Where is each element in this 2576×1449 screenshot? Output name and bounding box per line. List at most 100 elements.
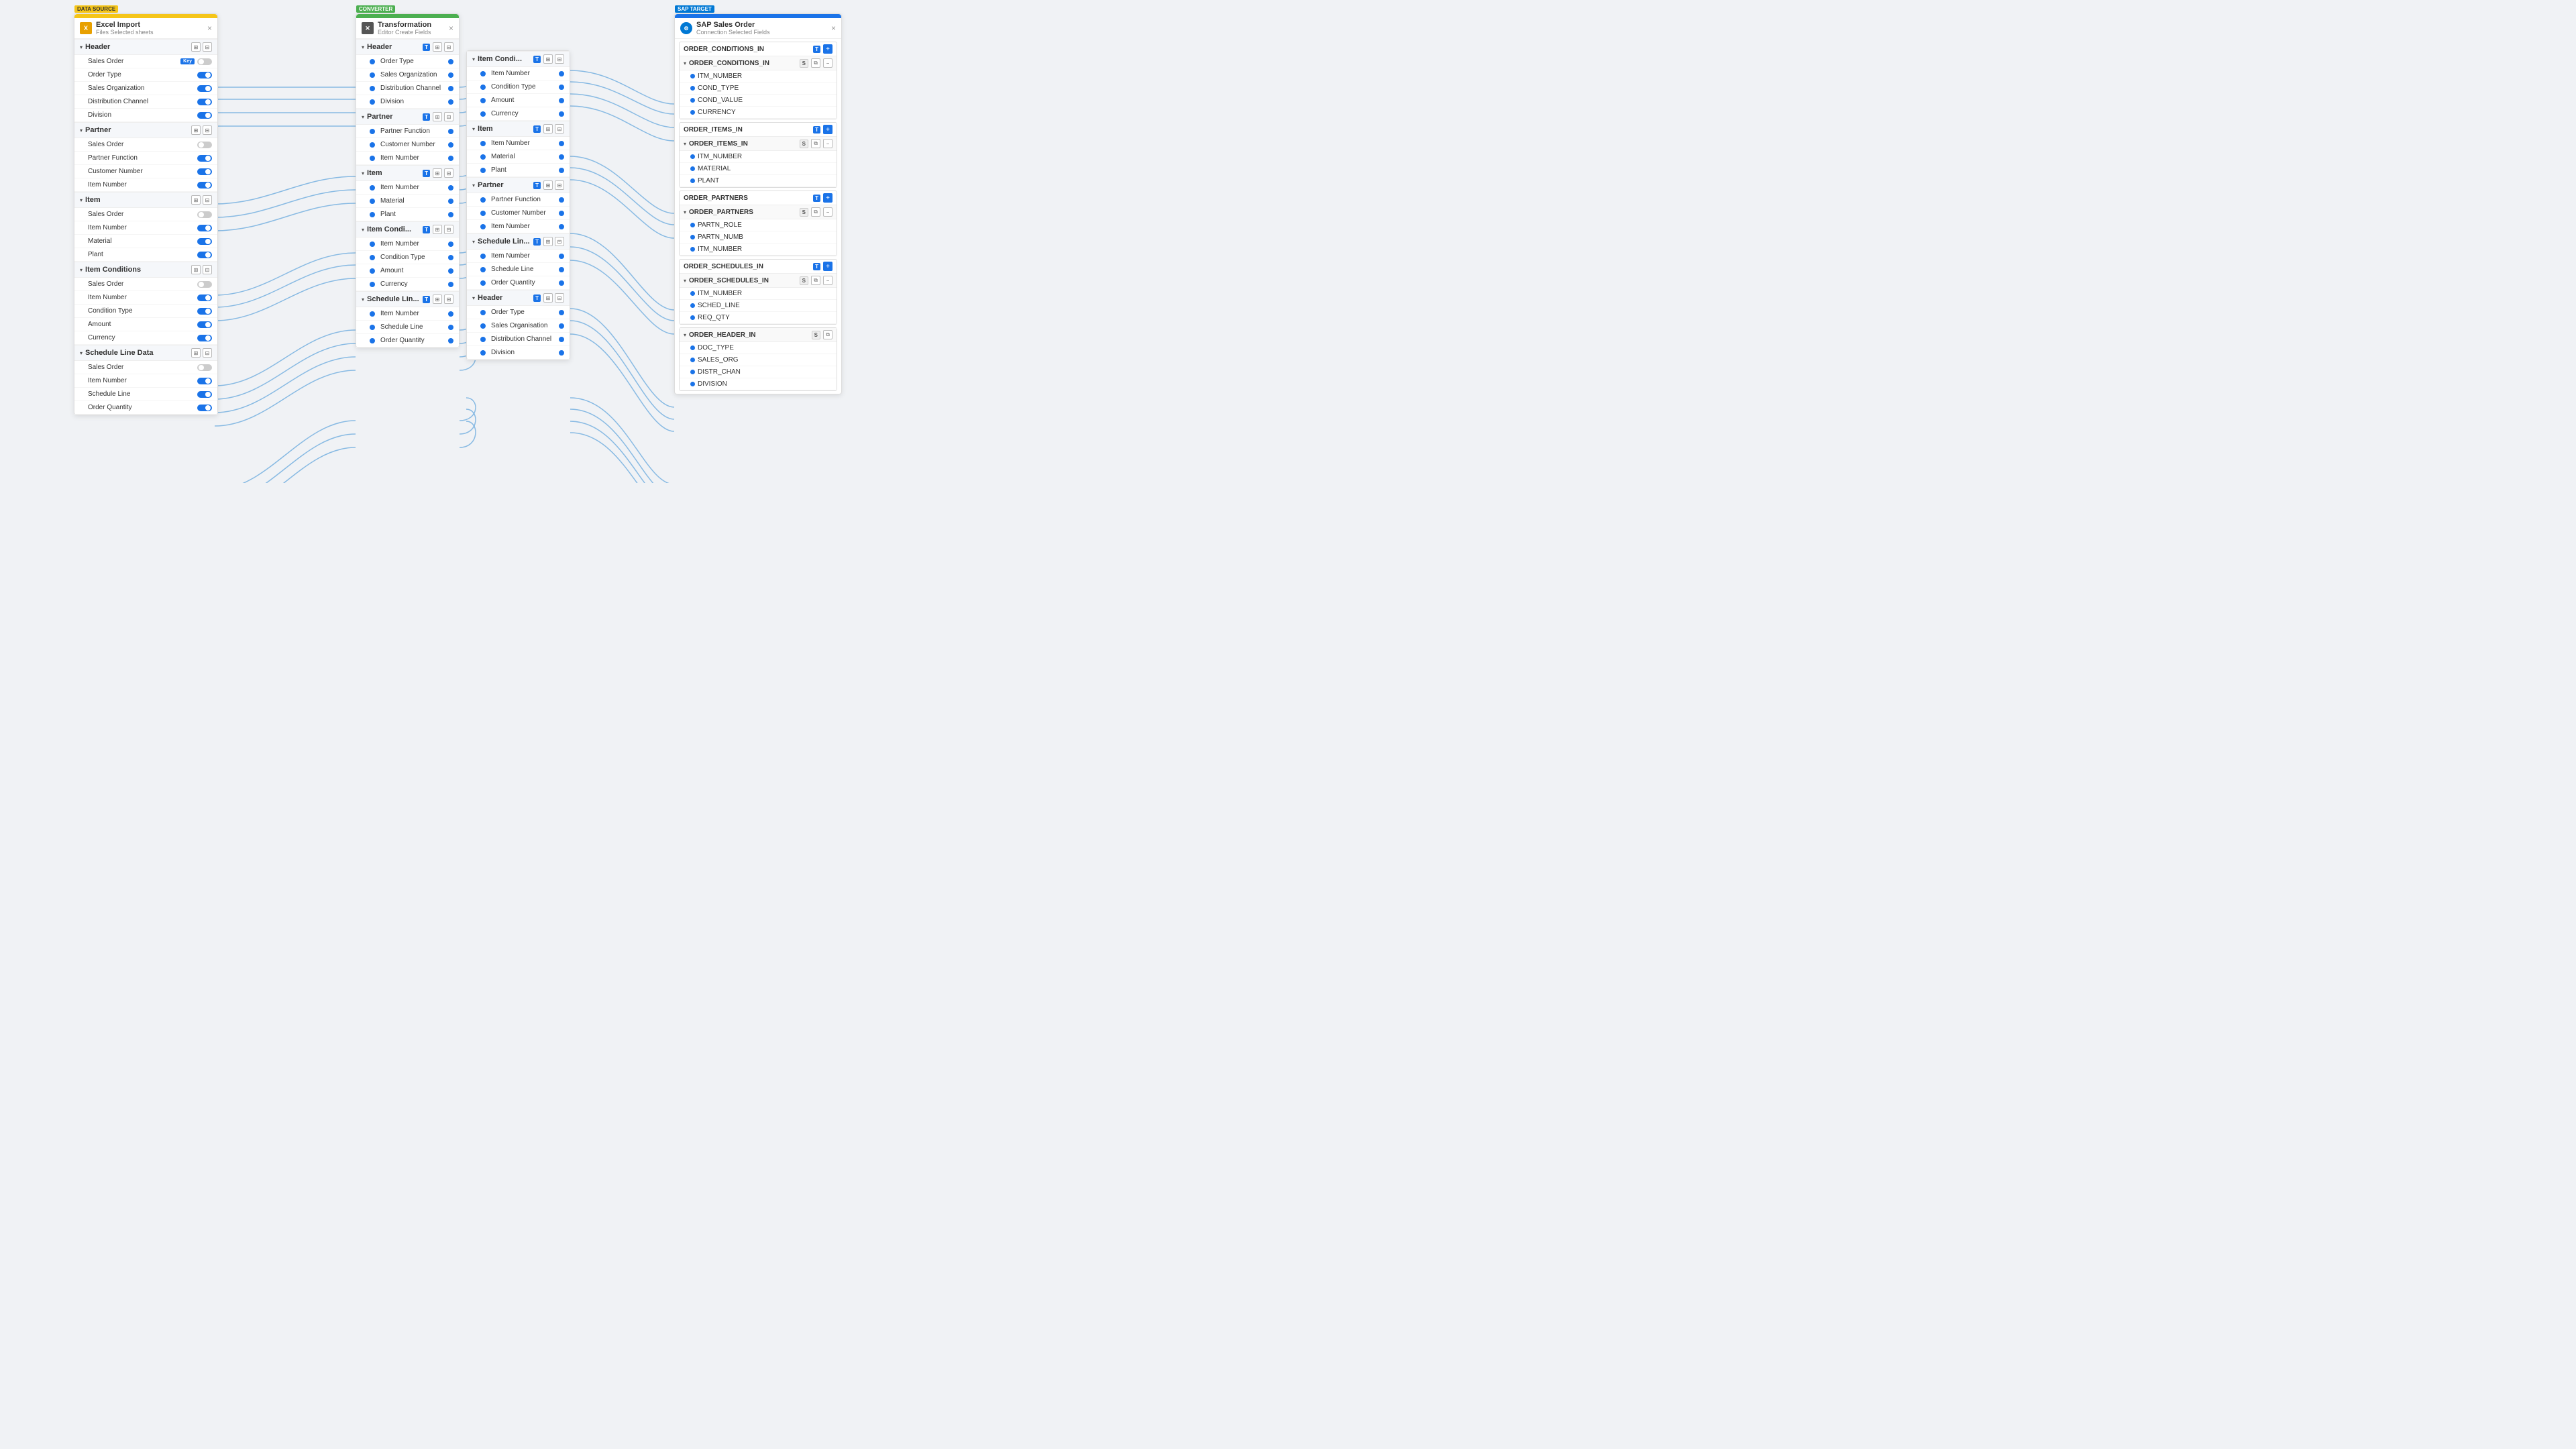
middle-panel: ▾ Item Condi... T ⊞ ⊟ Item Number Condit… bbox=[466, 50, 570, 360]
ds-field-item-num-ic: Item Number bbox=[74, 291, 217, 305]
key-badge: Key bbox=[180, 58, 195, 64]
ds-field-currency: Currency bbox=[74, 331, 217, 345]
ds-header-icon2[interactable]: ⊟ bbox=[203, 42, 212, 52]
header-copy[interactable]: ⧉ bbox=[823, 330, 833, 339]
ds-field-order-qty: Order Quantity bbox=[74, 401, 217, 415]
toggle-sched-line[interactable] bbox=[197, 391, 212, 398]
partners-sub-header[interactable]: ▾ ORDER_PARTNERS S ⧉ − bbox=[680, 205, 837, 219]
mid-section-itemcond[interactable]: ▾ Item Condi... T ⊞ ⊟ bbox=[467, 51, 570, 67]
ds-sched-icon1[interactable]: ⊞ bbox=[191, 348, 201, 358]
cv-section-sched[interactable]: ▾ Schedule Lin... T ⊞ ⊟ bbox=[356, 291, 459, 307]
schedules-sub-header[interactable]: ▾ ORDER_SCHEDULES_IN S ⧉ − bbox=[680, 274, 837, 288]
toggle-dist-channel[interactable] bbox=[197, 99, 212, 105]
ds-section-item[interactable]: ▾ Item ⊞ ⊟ bbox=[74, 192, 217, 208]
ds-itemcond-icon2[interactable]: ⊟ bbox=[203, 265, 212, 274]
header-sub-header[interactable]: ▾ ORDER_HEADER_IN S ⧉ bbox=[680, 328, 837, 342]
toggle-material[interactable] bbox=[197, 238, 212, 245]
sap-group-partners: ORDER_PARTNERS T + ▾ ORDER_PARTNERS S ⧉ … bbox=[679, 191, 837, 256]
ds-sched-chevron: ▾ bbox=[80, 350, 83, 356]
ds-field-sales-order-h: Sales Order Key bbox=[74, 55, 217, 68]
datasource-tag: DATA SOURCE bbox=[74, 5, 118, 13]
toggle-item-num-ic[interactable] bbox=[197, 294, 212, 301]
ds-sched-label: Schedule Line Data bbox=[85, 349, 189, 357]
cv-section-item[interactable]: ▾ Item T ⊞ ⊟ bbox=[356, 165, 459, 181]
datasource-close[interactable]: × bbox=[207, 23, 212, 33]
cv-itemcond-t: T bbox=[423, 226, 430, 233]
conditions-sub-header[interactable]: ▾ ORDER_CONDITIONS_IN S ⧉ − bbox=[680, 56, 837, 70]
converter-close[interactable]: × bbox=[449, 23, 453, 33]
toggle-order-qty[interactable] bbox=[197, 405, 212, 411]
sap-field-doc-type: DOC_TYPE bbox=[680, 342, 837, 354]
ds-section-itemcond[interactable]: ▾ Item Conditions ⊞ ⊟ bbox=[74, 262, 217, 278]
cv-section-partner[interactable]: ▾ Partner T ⊞ ⊟ bbox=[356, 109, 459, 125]
cv-field-sl-sched-line: Schedule Line bbox=[356, 321, 459, 334]
mid-section-partner[interactable]: ▾ Partner T ⊞ ⊟ bbox=[467, 177, 570, 193]
mid-section-sched[interactable]: ▾ Schedule Lin... T ⊞ ⊟ bbox=[467, 233, 570, 250]
cv-field-order-type: Order Type bbox=[356, 55, 459, 68]
toggle-sales-order-h[interactable] bbox=[197, 58, 212, 65]
toggle-sales-order-ic[interactable] bbox=[197, 281, 212, 288]
schedules-copy[interactable]: ⧉ bbox=[811, 276, 820, 285]
ds-partner-icon2[interactable]: ⊟ bbox=[203, 125, 212, 135]
toggle-currency[interactable] bbox=[197, 335, 212, 341]
toggle-sales-order-i[interactable] bbox=[197, 211, 212, 218]
partners-plus[interactable]: + bbox=[823, 193, 833, 203]
mid-item-t: T bbox=[533, 125, 541, 133]
cv-field-ic-currency: Currency bbox=[356, 278, 459, 291]
ds-itemcond-chevron: ▾ bbox=[80, 267, 83, 273]
conditions-plus[interactable]: + bbox=[823, 44, 833, 54]
toggle-amount[interactable] bbox=[197, 321, 212, 328]
ds-sched-icons: ⊞ ⊟ bbox=[191, 348, 212, 358]
mid-field-ic-cond-type: Condition Type bbox=[467, 80, 570, 94]
ds-header-icon1[interactable]: ⊞ bbox=[191, 42, 201, 52]
ds-section-sched[interactable]: ▾ Schedule Line Data ⊞ ⊟ bbox=[74, 345, 217, 361]
toggle-item-num-p[interactable] bbox=[197, 182, 212, 189]
toggle-item-num-i[interactable] bbox=[197, 225, 212, 231]
toggle-order-type[interactable] bbox=[197, 72, 212, 78]
cv-field-sl-item-num: Item Number bbox=[356, 307, 459, 321]
mid-field-item-num: Item Number bbox=[467, 137, 570, 150]
mid-section-header[interactable]: ▾ Header T ⊞ ⊟ bbox=[467, 290, 570, 306]
ds-item-icon1[interactable]: ⊞ bbox=[191, 195, 201, 205]
conditions-minus[interactable]: − bbox=[823, 58, 833, 68]
toggle-sales-org[interactable] bbox=[197, 85, 212, 92]
cv-sched-t: T bbox=[423, 296, 430, 303]
items-copy[interactable]: ⧉ bbox=[811, 139, 820, 148]
schedules-minus[interactable]: − bbox=[823, 276, 833, 285]
ds-itemcond-icon1[interactable]: ⊞ bbox=[191, 265, 201, 274]
mid-section-item[interactable]: ▾ Item T ⊞ ⊟ bbox=[467, 121, 570, 137]
sap-field-cond-value: COND_VALUE bbox=[680, 95, 837, 107]
items-minus[interactable]: − bbox=[823, 139, 833, 148]
schedules-plus[interactable]: + bbox=[823, 262, 833, 271]
cv-field-division: Division bbox=[356, 95, 459, 109]
toggle-plant[interactable] bbox=[197, 252, 212, 258]
ds-sched-icon2[interactable]: ⊟ bbox=[203, 348, 212, 358]
saptarget-close[interactable]: × bbox=[831, 23, 836, 33]
partners-minus[interactable]: − bbox=[823, 207, 833, 217]
items-sub-header[interactable]: ▾ ORDER_ITEMS_IN S ⧉ − bbox=[680, 137, 837, 151]
ds-field-sales-order-ic: Sales Order bbox=[74, 278, 217, 291]
toggle-sales-order-p[interactable] bbox=[197, 142, 212, 148]
cv-item-t: T bbox=[423, 170, 430, 177]
ds-header-icons: ⊞ ⊟ bbox=[191, 42, 212, 52]
ds-item-icon2[interactable]: ⊟ bbox=[203, 195, 212, 205]
saptarget-panel: SAP TARGET ⚙ SAP Sales Order Connection … bbox=[674, 13, 842, 394]
toggle-item-num-s[interactable] bbox=[197, 378, 212, 384]
toggle-sales-order-s[interactable] bbox=[197, 364, 212, 371]
ds-section-header[interactable]: ▾ Header ⊞ ⊟ bbox=[74, 39, 217, 55]
sap-field-material: MATERIAL bbox=[680, 163, 837, 175]
toggle-partner-fn[interactable] bbox=[197, 155, 212, 162]
toggle-cond-type[interactable] bbox=[197, 308, 212, 315]
ds-section-partner[interactable]: ▾ Partner ⊞ ⊟ bbox=[74, 122, 217, 138]
ds-field-sales-order-s: Sales Order bbox=[74, 361, 217, 374]
ds-partner-icon1[interactable]: ⊞ bbox=[191, 125, 201, 135]
toggle-division[interactable] bbox=[197, 112, 212, 119]
cv-section-header[interactable]: ▾ Header T ⊞ ⊟ bbox=[356, 39, 459, 55]
items-plus[interactable]: + bbox=[823, 125, 833, 134]
conditions-copy[interactable]: ⧉ bbox=[811, 58, 820, 68]
toggle-customer-num[interactable] bbox=[197, 168, 212, 175]
mid-field-ic-currency: Currency bbox=[467, 107, 570, 121]
ds-field-sales-order-i: Sales Order bbox=[74, 208, 217, 221]
cv-section-itemcond[interactable]: ▾ Item Condi... T ⊞ ⊟ bbox=[356, 221, 459, 237]
partners-copy[interactable]: ⧉ bbox=[811, 207, 820, 217]
